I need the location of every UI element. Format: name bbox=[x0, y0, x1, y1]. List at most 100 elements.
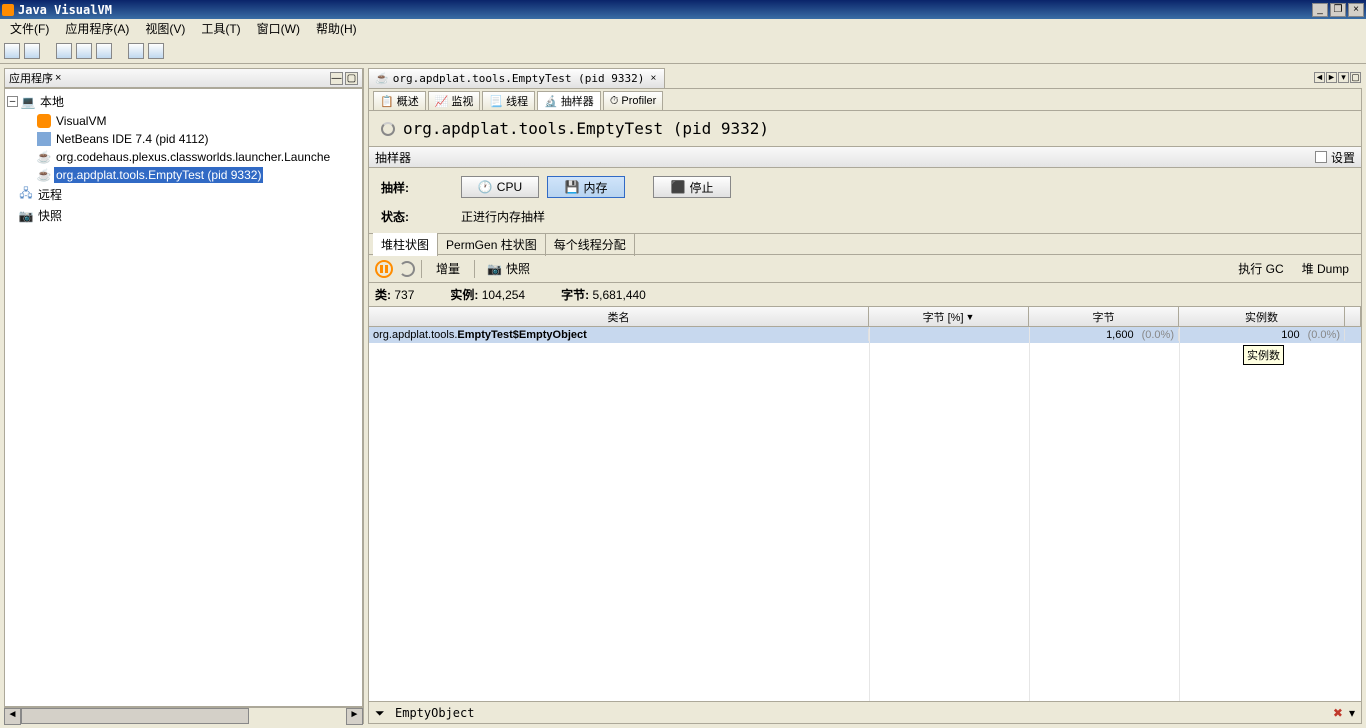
subtab-profiler[interactable]: ⏱Profiler bbox=[603, 91, 663, 110]
menu-help[interactable]: 帮助(H) bbox=[308, 18, 365, 39]
tab-label: org.apdplat.tools.EmptyTest (pid 9332) bbox=[393, 72, 645, 85]
java-icon: ☕ bbox=[375, 72, 389, 85]
tree-item-visualvm[interactable]: VisualVM bbox=[5, 112, 362, 130]
sidebar-hscroll[interactable]: ◄► bbox=[4, 707, 363, 724]
subtab-monitor[interactable]: 📈监视 bbox=[428, 91, 481, 110]
sampler-icon: 🔬 bbox=[544, 95, 558, 108]
subtabs: 📋概述 📈监视 📃线程 🔬抽样器 ⏱Profiler bbox=[369, 89, 1361, 111]
toolbar-icon[interactable] bbox=[128, 43, 144, 59]
subtab-overview[interactable]: 📋概述 bbox=[373, 91, 426, 110]
tree-label: 本地 bbox=[38, 92, 66, 111]
table-row[interactable]: org.apdplat.tools.EmptyTest$EmptyObject … bbox=[369, 327, 1361, 343]
camera-icon: 📷 bbox=[487, 262, 502, 276]
tab-prev-button[interactable]: ◄ bbox=[1314, 72, 1325, 83]
menu-tools[interactable]: 工具(T) bbox=[193, 18, 248, 39]
memory-button[interactable]: 💾内存 bbox=[547, 176, 625, 198]
panel-header: 抽样器 设置 bbox=[369, 146, 1361, 168]
minimize-button[interactable]: _ bbox=[1312, 3, 1328, 17]
tree-root-local[interactable]: – 💻 本地 bbox=[5, 91, 362, 112]
sidebar-max-button[interactable]: ▢ bbox=[345, 72, 358, 85]
heapdump-button[interactable]: 堆 Dump bbox=[1296, 260, 1355, 277]
maximize-button[interactable]: ❐ bbox=[1330, 3, 1346, 17]
tree-label: org.codehaus.plexus.classworlds.launcher… bbox=[54, 149, 332, 165]
tab-next-button[interactable]: ► bbox=[1326, 72, 1337, 83]
toolbar-icon[interactable] bbox=[96, 43, 112, 59]
tab-max-button[interactable]: ▢ bbox=[1350, 72, 1361, 83]
menubar: 文件(F) 应用程序(A) 视图(V) 工具(T) 窗口(W) 帮助(H) bbox=[0, 19, 1366, 38]
th-classname[interactable]: 类名 bbox=[369, 307, 869, 326]
app-logo-icon bbox=[2, 4, 14, 16]
cell-instances-pct: (0.0%) bbox=[1308, 329, 1340, 341]
subtab-threads[interactable]: 📃线程 bbox=[482, 91, 535, 110]
delta-button[interactable]: 增量 bbox=[428, 258, 468, 280]
tree-item-netbeans[interactable]: NetBeans IDE 7.4 (pid 4112) bbox=[5, 130, 362, 148]
window-title: Java VisualVM bbox=[18, 3, 112, 17]
vvim-icon bbox=[37, 114, 51, 128]
tree-label: 远程 bbox=[36, 185, 64, 204]
netbeans-icon bbox=[37, 132, 51, 146]
close-button[interactable]: × bbox=[1348, 3, 1364, 17]
control-bar: 增量 📷快照 执行 GC 堆 Dump bbox=[369, 255, 1361, 283]
tab-list-button[interactable]: ▾ bbox=[1338, 72, 1349, 83]
filter-menu-icon[interactable]: ▾ bbox=[1349, 706, 1355, 720]
java-icon: ☕ bbox=[37, 168, 51, 182]
status-text: 正进行内存抽样 bbox=[461, 208, 1349, 225]
sidebar-min-button[interactable]: — bbox=[330, 72, 343, 85]
toolbar-icon[interactable] bbox=[76, 43, 92, 59]
stop-icon: ⬛ bbox=[671, 180, 686, 194]
menu-view[interactable]: 视图(V) bbox=[137, 18, 193, 39]
permgen-histogram-tab[interactable]: PermGen 柱状图 bbox=[438, 233, 546, 256]
toolbar-icon[interactable] bbox=[56, 43, 72, 59]
tree-item-emptytest[interactable]: ☕ org.apdplat.tools.EmptyTest (pid 9332) bbox=[5, 166, 362, 184]
filter-input[interactable]: EmptyObject bbox=[395, 706, 1327, 720]
instances-label: 实例: bbox=[450, 288, 478, 302]
heap-histogram-tab[interactable]: 堆柱状图 bbox=[373, 233, 438, 256]
th-bytes[interactable]: 字节 bbox=[1029, 307, 1179, 326]
settings-checkbox[interactable] bbox=[1315, 151, 1327, 163]
bytes-label: 字节: bbox=[561, 288, 589, 302]
tree-toggle-icon[interactable]: – bbox=[7, 96, 18, 107]
cell-instances: 100 bbox=[1281, 329, 1299, 341]
profiler-icon: ⏱ bbox=[610, 95, 619, 108]
toolbar-icon[interactable] bbox=[148, 43, 164, 59]
per-thread-alloc-tab[interactable]: 每个线程分配 bbox=[546, 233, 635, 256]
stop-button[interactable]: ⬛停止 bbox=[653, 176, 731, 198]
main-tab[interactable]: ☕ org.apdplat.tools.EmptyTest (pid 9332)… bbox=[368, 68, 665, 88]
tree-label: VisualVM bbox=[54, 113, 108, 129]
page-title: org.apdplat.tools.EmptyTest (pid 9332) bbox=[403, 119, 769, 138]
applications-tree[interactable]: – 💻 本地 VisualVM NetBeans IDE 7.4 (pid 41… bbox=[4, 88, 363, 707]
tree-item-snapshot[interactable]: 📷 快照 bbox=[5, 205, 362, 226]
threads-icon: 📃 bbox=[489, 95, 503, 108]
th-bytespct[interactable]: 字节 [%]▼ bbox=[869, 307, 1029, 326]
th-scroll-corner bbox=[1345, 307, 1361, 326]
sidebar-title: 应用程序 bbox=[9, 70, 53, 86]
java-icon: ☕ bbox=[37, 150, 51, 164]
tree-item-plexus[interactable]: ☕ org.codehaus.plexus.classworlds.launch… bbox=[5, 148, 362, 166]
pause-button[interactable] bbox=[375, 260, 393, 278]
filter-icon[interactable]: ⏷ bbox=[375, 706, 389, 720]
menu-file[interactable]: 文件(F) bbox=[2, 18, 57, 39]
tree-item-remote[interactable]: 🖧 远程 bbox=[5, 184, 362, 205]
toolbar-icon[interactable] bbox=[24, 43, 40, 59]
overview-icon: 📋 bbox=[380, 95, 394, 108]
clear-filter-icon[interactable]: ✖ bbox=[1333, 706, 1343, 720]
cell-bytes: 1,600 bbox=[1106, 329, 1134, 341]
menu-window[interactable]: 窗口(W) bbox=[249, 18, 308, 39]
gc-button[interactable]: 执行 GC bbox=[1232, 260, 1289, 277]
snapshot-button[interactable]: 📷快照 bbox=[481, 258, 536, 280]
memory-icon: 💾 bbox=[565, 180, 580, 194]
menu-apps[interactable]: 应用程序(A) bbox=[57, 18, 137, 39]
toolbar bbox=[0, 38, 1366, 64]
tab-close-icon[interactable]: × bbox=[648, 74, 658, 84]
computer-icon: 💻 bbox=[21, 95, 35, 109]
subtab-sampler[interactable]: 🔬抽样器 bbox=[537, 91, 601, 110]
cell-bytes-pct: (0.0%) bbox=[1142, 329, 1174, 341]
toolbar-icon[interactable] bbox=[4, 43, 20, 59]
sample-label: 抽样: bbox=[381, 179, 461, 196]
refresh-button[interactable] bbox=[399, 261, 415, 277]
tooltip: 实例数 bbox=[1243, 345, 1284, 365]
cell-classname: org.apdplat.tools.EmptyTest$EmptyObject bbox=[373, 329, 587, 341]
th-instances[interactable]: 实例数 bbox=[1179, 307, 1345, 326]
cpu-button[interactable]: 🕐CPU bbox=[461, 176, 539, 198]
status-label: 状态: bbox=[381, 208, 461, 225]
